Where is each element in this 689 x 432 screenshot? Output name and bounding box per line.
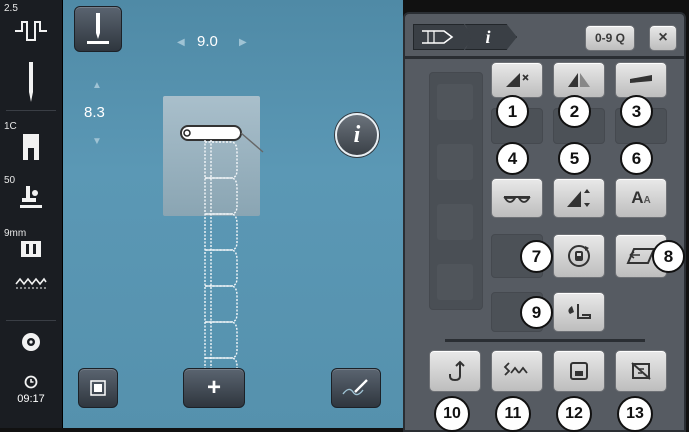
callout-11: 11 bbox=[495, 396, 531, 432]
small-letter-glyph: A bbox=[643, 195, 651, 206]
tab-info-label: i bbox=[485, 26, 491, 47]
delete-button[interactable] bbox=[615, 350, 667, 392]
stitch-width-decrease-arrow[interactable]: ◀ bbox=[177, 37, 185, 48]
combi-mode-button[interactable] bbox=[491, 350, 543, 392]
sidebar: 2.5 1C 50 9mm 09:17 bbox=[0, 0, 63, 428]
foot-flip-icon bbox=[568, 304, 591, 319]
needle-position-button[interactable] bbox=[74, 6, 122, 52]
mirror-left-right-button[interactable] bbox=[553, 62, 605, 98]
search-button-label: 0-9 Q bbox=[594, 31, 625, 45]
presser-foot-tab-icon bbox=[422, 30, 454, 44]
header-divider bbox=[405, 56, 684, 59]
callout-12: 12 bbox=[556, 396, 592, 432]
pattern-end-button[interactable] bbox=[615, 62, 667, 98]
mirror-horizontal-icon bbox=[568, 73, 590, 87]
clock-time: 09:17 bbox=[17, 393, 45, 405]
callout-1: 1 bbox=[496, 95, 529, 128]
foot-pressure-icon[interactable] bbox=[0, 186, 62, 215]
feed-dog-label: 9mm bbox=[4, 228, 27, 239]
presser-foot-pressure-value: 50 bbox=[4, 175, 16, 186]
close-icon: × bbox=[658, 29, 668, 46]
stitch-length-value: 8.3 bbox=[84, 104, 105, 121]
pattern-start-button[interactable] bbox=[553, 292, 605, 332]
stitch-width-value: 9.0 bbox=[197, 33, 218, 50]
stitch-length-increase-arrow[interactable]: ▲ bbox=[92, 80, 102, 91]
info-button-label: i bbox=[353, 121, 361, 148]
callout-5: 5 bbox=[558, 142, 591, 175]
callout-6: 6 bbox=[620, 142, 653, 175]
repeat-icon bbox=[568, 245, 590, 267]
mirror-icon bbox=[506, 73, 529, 87]
callout-2: 2 bbox=[558, 95, 591, 128]
chevron-up-icon bbox=[503, 362, 528, 376]
pen-icon bbox=[342, 379, 368, 396]
stitch-width-indicator: 2.5 bbox=[4, 3, 18, 14]
stitch-length-decrease-arrow[interactable]: ▼ bbox=[92, 136, 102, 147]
layers-icon bbox=[630, 75, 652, 83]
stitch-width-increase-arrow[interactable]: ▶ bbox=[239, 37, 247, 48]
edit-stitch-button[interactable] bbox=[429, 350, 481, 392]
save-button[interactable] bbox=[553, 350, 605, 392]
mirror-down-button[interactable] bbox=[491, 62, 543, 98]
edit-stitch-button[interactable] bbox=[331, 368, 381, 408]
presser-foot-icon[interactable] bbox=[0, 134, 62, 165]
callout-9: 9 bbox=[520, 296, 553, 329]
panel-divider bbox=[445, 339, 645, 342]
letter-glyph: A bbox=[631, 188, 644, 207]
bobbin-icon[interactable] bbox=[0, 331, 62, 358]
balance-button[interactable] bbox=[491, 178, 543, 218]
add-stitch-button[interactable]: + bbox=[183, 368, 245, 408]
stitch-preview-area: ◀ 9.0 ▶ ▲ 8.3 ▼ i + bbox=[63, 0, 403, 428]
callout-13: 13 bbox=[617, 396, 653, 432]
thread-tension-label: 1C bbox=[4, 121, 17, 132]
delete-icon bbox=[631, 362, 651, 380]
clock-icon bbox=[0, 375, 62, 394]
pattern-repeat-button[interactable] bbox=[553, 234, 605, 278]
search-button[interactable]: 0-9 Q bbox=[585, 25, 635, 51]
curved-arrow-icon bbox=[449, 360, 465, 382]
close-button[interactable]: × bbox=[649, 25, 677, 51]
sidebar-divider bbox=[6, 110, 56, 111]
stitch-width-icon[interactable] bbox=[0, 18, 62, 49]
text-size-button[interactable]: AA bbox=[615, 178, 667, 218]
stitch-length-alter-button[interactable] bbox=[553, 178, 605, 218]
callout-7: 7 bbox=[520, 240, 553, 273]
layout-toggle-button[interactable] bbox=[78, 368, 118, 408]
callout-4: 4 bbox=[496, 142, 529, 175]
callout-8: 8 bbox=[652, 240, 685, 273]
save-icon bbox=[570, 362, 588, 380]
scale-icon bbox=[503, 196, 531, 203]
memory-slot bbox=[437, 204, 473, 240]
stitch-pattern-preview bbox=[180, 125, 264, 376]
tab-info[interactable]: i bbox=[465, 24, 517, 50]
square-icon bbox=[90, 380, 106, 396]
length-adjust-icon bbox=[567, 189, 590, 207]
stitch-pattern-icon[interactable] bbox=[0, 276, 62, 295]
callout-10: 10 bbox=[434, 396, 470, 432]
info-button[interactable]: i bbox=[335, 113, 379, 157]
sidebar-divider bbox=[6, 320, 56, 321]
plus-icon: + bbox=[206, 374, 221, 401]
callout-3: 3 bbox=[620, 95, 653, 128]
tab-stitch[interactable] bbox=[413, 24, 473, 50]
needle-icon[interactable] bbox=[0, 62, 62, 107]
memory-slot bbox=[437, 84, 473, 120]
memory-slot bbox=[437, 264, 473, 300]
feed-dog-icon[interactable] bbox=[0, 240, 62, 263]
info-panel: i 0-9 Q × AA bbox=[403, 12, 686, 432]
memory-slot bbox=[437, 144, 473, 180]
